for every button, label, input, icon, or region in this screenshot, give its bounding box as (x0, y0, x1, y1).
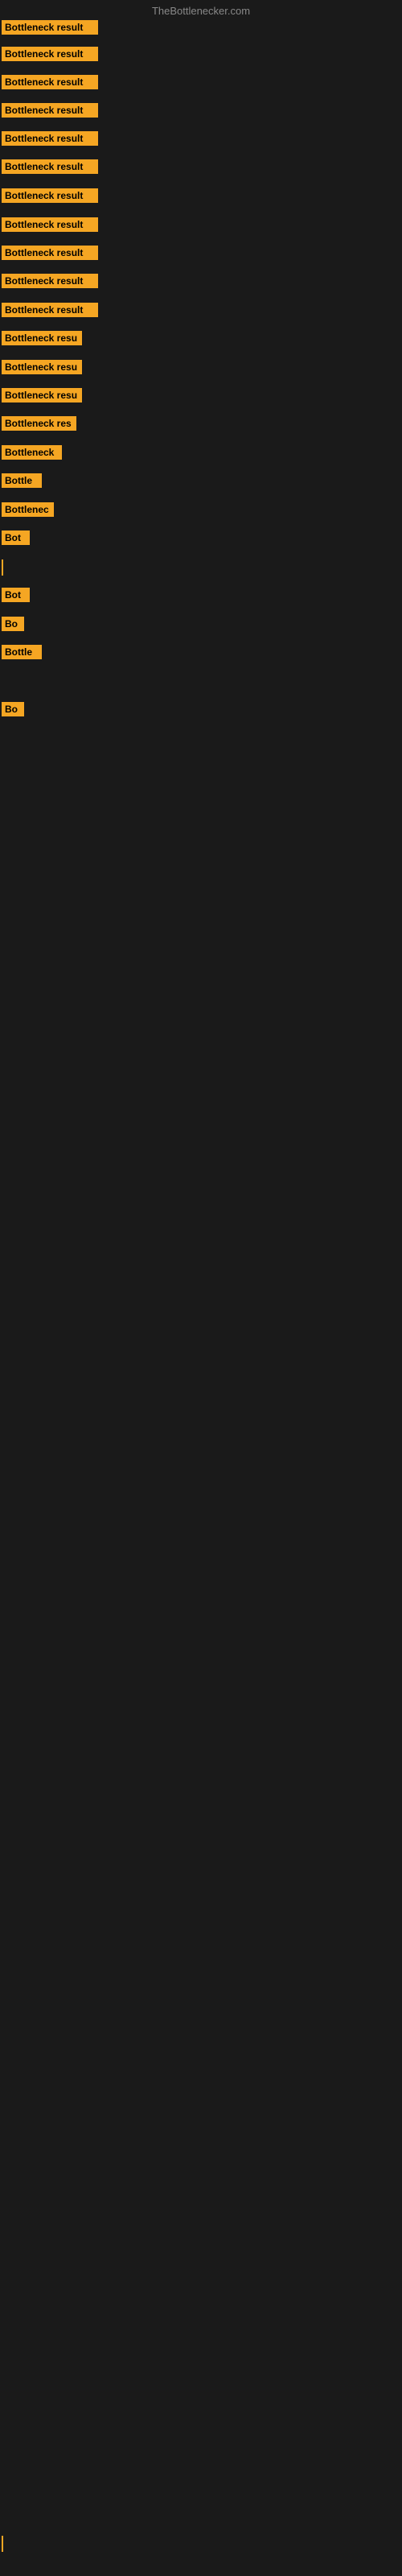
bottleneck-line-20 (2, 559, 3, 576)
bottleneck-result-label-13: Bottleneck resu (2, 360, 82, 374)
bottleneck-result-label-25: Bo (2, 702, 24, 716)
site-title: TheBottlenecker.com (0, 5, 402, 17)
bottleneck-result-label-11: Bottleneck result (2, 303, 98, 317)
bottleneck-line-41 (2, 2536, 3, 2552)
bottleneck-result-label-10: Bottleneck result (2, 274, 98, 288)
bottleneck-result-label-16: Bottleneck (2, 445, 62, 460)
bottleneck-result-label-15: Bottleneck res (2, 416, 76, 431)
bottleneck-result-label-2: Bottleneck result (2, 47, 98, 61)
bottleneck-result-label-18: Bottlenec (2, 502, 54, 517)
bottleneck-result-label-3: Bottleneck result (2, 75, 98, 89)
bottleneck-result-label-1: Bottleneck result (2, 20, 98, 35)
bottleneck-result-label-7: Bottleneck result (2, 188, 98, 203)
bottleneck-result-label-5: Bottleneck result (2, 131, 98, 146)
bottleneck-result-label-9: Bottleneck result (2, 246, 98, 260)
bottleneck-result-label-6: Bottleneck result (2, 159, 98, 174)
bottleneck-result-label-4: Bottleneck result (2, 103, 98, 118)
bottleneck-result-label-17: Bottle (2, 473, 42, 488)
bottleneck-result-label-21: Bot (2, 588, 30, 602)
bottleneck-result-label-8: Bottleneck result (2, 217, 98, 232)
bottleneck-result-label-19: Bot (2, 530, 30, 545)
bottleneck-result-label-12: Bottleneck resu (2, 331, 82, 345)
bottleneck-result-label-23: Bottle (2, 645, 42, 659)
bottleneck-result-label-22: Bo (2, 617, 24, 631)
bottleneck-result-label-14: Bottleneck resu (2, 388, 82, 402)
